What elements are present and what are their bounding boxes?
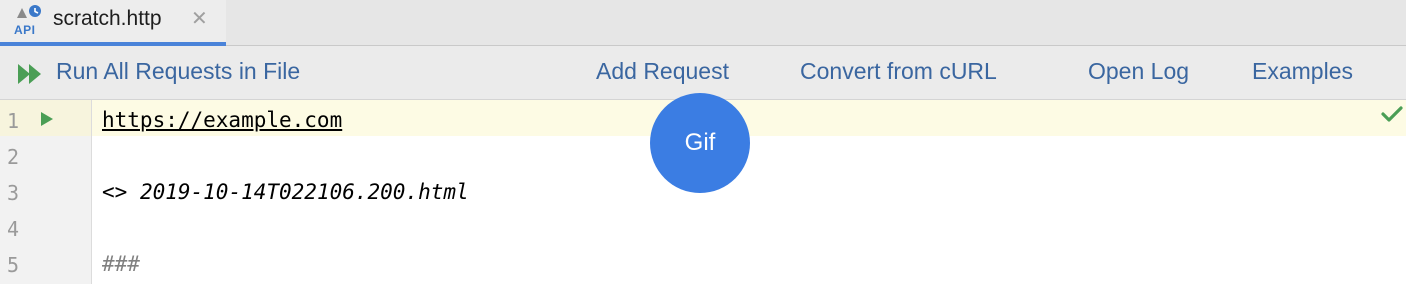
line-number: 5	[7, 253, 20, 277]
editor-tab-bar: API scratch.http ✕	[0, 0, 1406, 46]
run-all-icon[interactable]	[17, 63, 47, 85]
request-url[interactable]: https://example.com	[102, 108, 342, 132]
run-request-icon[interactable]	[40, 111, 54, 132]
line-number: 2	[7, 145, 20, 169]
examples-button[interactable]: Examples	[1252, 58, 1353, 85]
run-all-requests-button[interactable]: Run All Requests in File	[56, 58, 300, 85]
line-number: 4	[7, 217, 20, 241]
response-prefix: <>	[102, 180, 140, 204]
http-api-file-icon: API	[13, 4, 47, 37]
convert-from-curl-button[interactable]: Convert from cURL	[800, 58, 997, 85]
tab-icon-label: API	[14, 23, 36, 37]
line-number: 3	[7, 181, 20, 205]
check-icon	[1381, 105, 1403, 128]
tab-label: scratch.http	[53, 7, 162, 30]
line-number: 1	[7, 109, 20, 133]
request-separator: ###	[102, 252, 140, 276]
close-icon[interactable]: ✕	[191, 8, 208, 30]
add-request-button[interactable]: Add Request	[596, 58, 729, 85]
gif-badge[interactable]: Gif	[650, 93, 750, 193]
open-log-button[interactable]: Open Log	[1088, 58, 1189, 85]
response-file-link[interactable]: 2019-10-14T022106.200.html	[140, 180, 469, 204]
http-client-toolbar: Run All Requests in File Add Request Con…	[0, 46, 1406, 100]
response-reference[interactable]: <> 2019-10-14T022106.200.html	[102, 180, 469, 204]
tab-scratch-http[interactable]: API scratch.http ✕	[0, 0, 226, 46]
